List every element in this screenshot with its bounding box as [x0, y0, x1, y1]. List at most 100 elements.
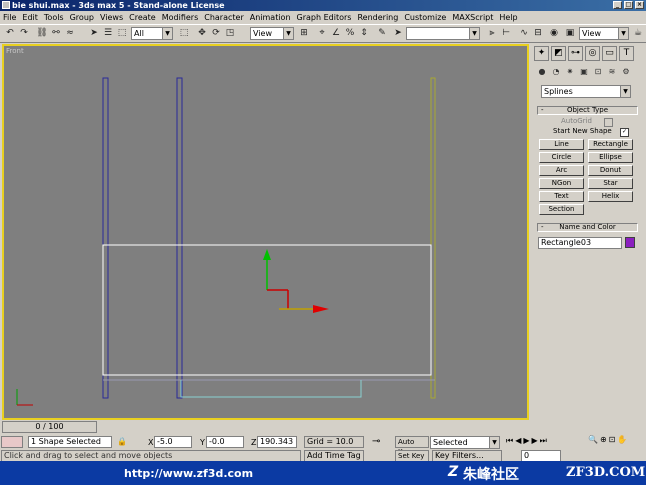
- spinner-snap-icon[interactable]: ⇕: [358, 27, 370, 39]
- object-type-rollout-header[interactable]: - Object Type: [537, 106, 638, 115]
- water-shape[interactable]: [180, 380, 362, 398]
- menu-animation[interactable]: Animation: [247, 13, 294, 22]
- angle-snap-icon[interactable]: ∠: [330, 27, 342, 39]
- right-post[interactable]: [430, 77, 436, 399]
- undo-icon[interactable]: ↶: [4, 27, 16, 39]
- menu-create[interactable]: Create: [126, 13, 159, 22]
- render-scene-icon[interactable]: ▣: [564, 27, 576, 39]
- menu-rendering[interactable]: Rendering: [354, 13, 401, 22]
- modify-tab-icon[interactable]: ◩: [551, 46, 566, 61]
- edit-named-selection-icon[interactable]: ✎: [376, 27, 388, 39]
- circle-button[interactable]: Circle: [539, 152, 584, 163]
- autogrid-checkbox[interactable]: [604, 118, 613, 127]
- render-type-combo[interactable]: View ▼: [579, 27, 629, 40]
- cameras-icon[interactable]: ▣: [578, 66, 590, 78]
- curve-editor-icon[interactable]: ∿: [518, 27, 530, 39]
- helpers-icon[interactable]: ⊡: [592, 66, 604, 78]
- start-new-shape-checkbox[interactable]: ✓: [620, 128, 629, 137]
- y-coordinate-field[interactable]: -0.0: [206, 436, 244, 448]
- selection-filter-combo[interactable]: All ▼: [131, 27, 173, 40]
- link-icon[interactable]: ⛓: [36, 27, 48, 39]
- name-color-rollout-header[interactable]: - Name and Color: [537, 223, 638, 232]
- object-name-field[interactable]: Rectangle03: [538, 237, 622, 249]
- motion-tab-icon[interactable]: ◎: [585, 46, 600, 61]
- lock-selection-icon[interactable]: 🔒: [117, 437, 127, 446]
- shapes-icon[interactable]: ◔: [550, 66, 562, 78]
- align-icon[interactable]: ⊢: [500, 27, 512, 39]
- middle-post[interactable]: [176, 77, 183, 399]
- systems-icon[interactable]: ⚙: [620, 66, 632, 78]
- left-post[interactable]: [102, 77, 109, 399]
- rectangle-button[interactable]: Rectangle: [588, 139, 633, 150]
- donut-button[interactable]: Donut: [588, 165, 633, 176]
- geometry-icon[interactable]: ●: [536, 66, 548, 78]
- window-crossing-icon[interactable]: ⬚: [178, 27, 190, 39]
- text-button[interactable]: Text: [539, 191, 584, 202]
- unlink-icon[interactable]: ⚯: [50, 27, 62, 39]
- menu-graph-editors[interactable]: Graph Editors: [294, 13, 355, 22]
- menu-group[interactable]: Group: [67, 13, 97, 22]
- minimize-button[interactable]: _: [613, 1, 622, 9]
- pivot-center-icon[interactable]: ⊞: [298, 27, 310, 39]
- redo-icon[interactable]: ↷: [18, 27, 30, 39]
- zoom-extents-icon[interactable]: ⊡: [609, 435, 616, 444]
- previous-frame-icon[interactable]: ◀: [515, 436, 521, 446]
- spacewarps-icon[interactable]: ≋: [606, 66, 618, 78]
- x-coordinate-field[interactable]: -5.0: [154, 436, 192, 448]
- key-mode-icon[interactable]: ⊸: [372, 436, 380, 447]
- select-rotate-icon[interactable]: ⟳: [210, 27, 222, 39]
- menu-tools[interactable]: Tools: [41, 13, 67, 22]
- star-button[interactable]: Star: [588, 178, 633, 189]
- time-slider[interactable]: 0 / 100: [2, 421, 97, 433]
- zoom-all-icon[interactable]: ⊕: [600, 435, 607, 444]
- create-tab-icon[interactable]: ✦: [534, 46, 549, 61]
- hierarchy-tab-icon[interactable]: ⊶: [568, 46, 583, 61]
- select-move-icon[interactable]: ✥: [196, 27, 208, 39]
- front-viewport[interactable]: Front: [2, 44, 529, 420]
- snap-toggle-icon[interactable]: ⌖: [316, 27, 328, 39]
- menu-help[interactable]: Help: [496, 13, 520, 22]
- percent-snap-icon[interactable]: %: [344, 27, 356, 39]
- play-icon[interactable]: ▶: [523, 436, 529, 446]
- shape-type-combo[interactable]: Splines ▼: [541, 85, 631, 98]
- selected-combo[interactable]: Selected ▼: [430, 436, 500, 449]
- menu-customize[interactable]: Customize: [401, 13, 449, 22]
- pan-icon[interactable]: ✋: [617, 435, 627, 444]
- z-coordinate-field[interactable]: 190.343: [257, 436, 297, 448]
- reference-coord-combo[interactable]: View ▼: [250, 27, 294, 40]
- go-to-start-icon[interactable]: ⏮: [506, 436, 513, 446]
- lights-icon[interactable]: ✷: [564, 66, 576, 78]
- arc-button[interactable]: Arc: [539, 165, 584, 176]
- auto-key-button[interactable]: Auto Key: [395, 436, 429, 456]
- select-scale-icon[interactable]: ◳: [224, 27, 236, 39]
- display-tab-icon[interactable]: ▭: [602, 46, 617, 61]
- select-by-name-icon[interactable]: ☰: [102, 27, 114, 39]
- line-button[interactable]: Line: [539, 139, 584, 150]
- quick-render-icon[interactable]: ☕: [632, 27, 644, 39]
- helix-button[interactable]: Helix: [588, 191, 633, 202]
- named-sel-icon[interactable]: ➤: [392, 27, 404, 39]
- named-selection-combo[interactable]: ▼: [406, 27, 480, 40]
- menu-maxscript[interactable]: MAXScript: [449, 13, 496, 22]
- close-button[interactable]: ×: [635, 1, 644, 9]
- select-arrow-icon[interactable]: ➤: [88, 27, 100, 39]
- go-to-end-icon[interactable]: ⏭: [540, 436, 547, 446]
- menu-views[interactable]: Views: [97, 13, 126, 22]
- ngon-button[interactable]: NGon: [539, 178, 584, 189]
- menu-file[interactable]: File: [0, 13, 19, 22]
- maxscript-listener-mini[interactable]: [1, 436, 23, 448]
- schematic-icon[interactable]: ⊟: [532, 27, 544, 39]
- menu-edit[interactable]: Edit: [19, 13, 41, 22]
- object-color-swatch[interactable]: [625, 237, 635, 248]
- maximize-button[interactable]: □: [624, 1, 633, 9]
- region-select-icon[interactable]: ⬚: [116, 27, 128, 39]
- zoom-icon[interactable]: 🔍: [588, 435, 598, 444]
- section-button[interactable]: Section: [539, 204, 584, 215]
- ellipse-button[interactable]: Ellipse: [588, 152, 633, 163]
- menu-modifiers[interactable]: Modifiers: [159, 13, 202, 22]
- utilities-tab-icon[interactable]: T: [619, 46, 634, 61]
- material-editor-icon[interactable]: ◉: [548, 27, 560, 39]
- mirror-icon[interactable]: ⫸: [486, 27, 498, 39]
- next-frame-icon[interactable]: ▶: [532, 436, 538, 446]
- menu-character[interactable]: Character: [201, 13, 247, 22]
